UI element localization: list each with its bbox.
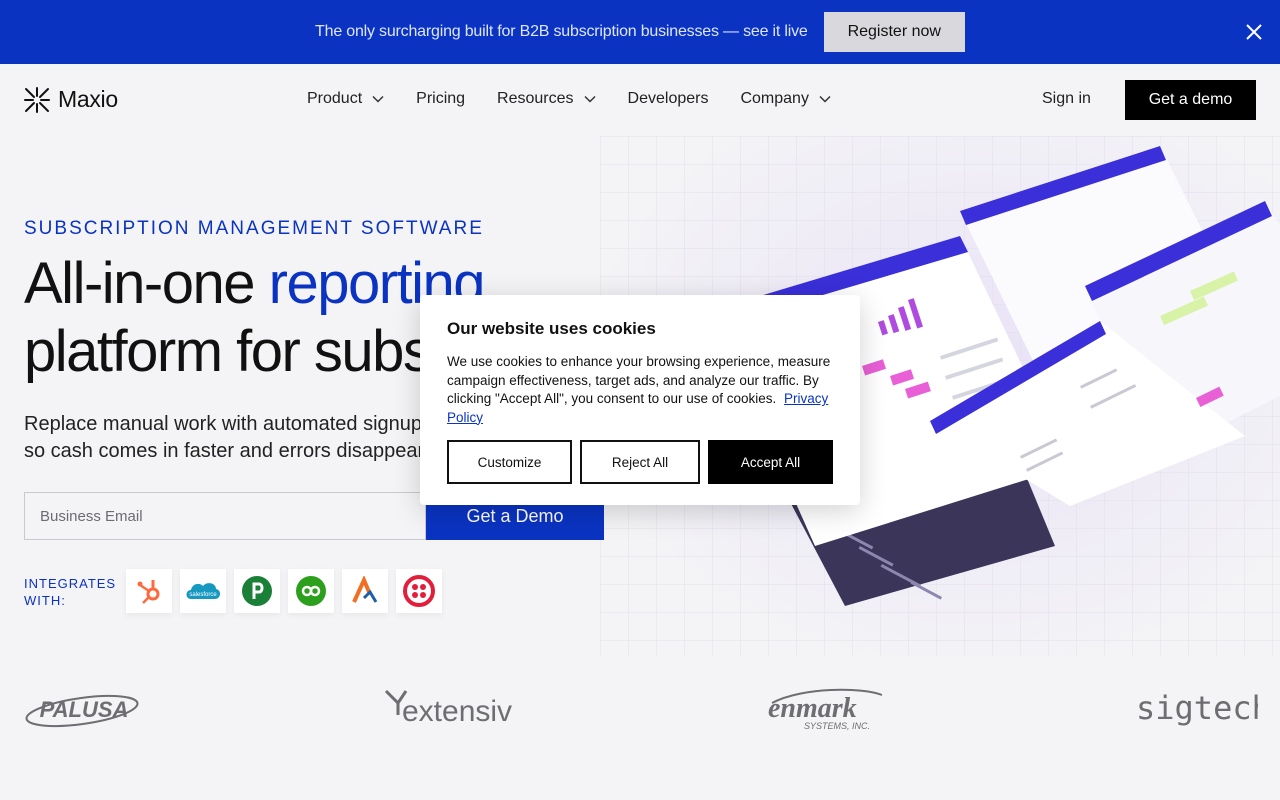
sign-in-link[interactable]: Sign in [1042, 90, 1091, 108]
nav-item-resources[interactable]: Resources [497, 90, 596, 108]
nav-item-label: Developers [627, 90, 709, 107]
logo[interactable]: Maxio [24, 86, 118, 113]
cookie-title: Our website uses cookies [447, 319, 656, 338]
close-icon[interactable] [1244, 22, 1264, 42]
nav-item-label: Pricing [416, 90, 466, 107]
salesforce-logo: salesforce [180, 569, 226, 613]
cookie-buttons: Customize Reject All Accept All [447, 440, 833, 484]
nav-item-company[interactable]: Company [740, 90, 831, 108]
enmark-logo-mark: enmark SYSTEMS, INC. [768, 688, 883, 731]
extensiv-logo-mark: extensiv [384, 689, 512, 728]
avalara-icon [352, 576, 378, 603]
nav-menu: Product Pricing Resources Developers Com… [307, 90, 863, 108]
customize-button[interactable]: Customize [447, 440, 572, 484]
enmark-subtext: SYSTEMS, INC. [804, 721, 870, 731]
integration-logos: salesforce [126, 569, 450, 613]
reject-all-button[interactable]: Reject All [580, 440, 700, 484]
integrates-with-label: INTEGRATES WITH: [24, 576, 117, 608]
extensiv-text: extensiv [402, 695, 512, 728]
hero-eyebrow: SUBSCRIPTION MANAGEMENT SOFTWARE [24, 218, 484, 239]
quickbooks-logo [288, 569, 334, 613]
salesforce-icon: salesforce [186, 583, 221, 599]
sub-line1: Replace manual work with automated signu… [24, 413, 432, 435]
enmark-logo: enmark SYSTEMS, INC. [762, 684, 890, 734]
nav-item-product[interactable]: Product [307, 90, 384, 108]
headline-line2: platform for subs [24, 319, 432, 384]
cookie-body-text: We use cookies to enhance your browsing … [447, 354, 831, 406]
hero-headline: All-in-one reporting platform for subs [24, 250, 486, 386]
get-a-demo-button[interactable]: Get a demo [1125, 80, 1256, 120]
nav-item-label: Company [740, 90, 809, 107]
hubspot-logo [126, 569, 172, 613]
cookie-body: We use cookies to enhance your browsing … [447, 353, 837, 427]
sigtech-logo-mark: sigtech [1136, 689, 1258, 727]
headline-part1: All-in-one [24, 251, 269, 316]
hubspot-icon [137, 580, 160, 604]
extensiv-logo: extensiv [384, 684, 516, 734]
twilio-logo [396, 569, 442, 613]
nav-item-pricing[interactable]: Pricing [416, 90, 465, 108]
twilio-icon [403, 575, 435, 607]
nav-item-label: Resources [497, 90, 574, 107]
business-email-input[interactable] [24, 492, 426, 540]
cookie-consent-dialog: Our website uses cookies We use cookies … [420, 295, 860, 505]
accept-all-button[interactable]: Accept All [708, 440, 833, 484]
nav-item-developers[interactable]: Developers [628, 90, 709, 108]
main-nav: Maxio Product Pricing Resources Develope… [0, 64, 1280, 136]
quickbooks-icon [296, 576, 326, 606]
announcement-bar: The only surcharging built for B2B subsc… [0, 0, 1280, 64]
palusa-logo-mark: PALUSA [25, 694, 139, 728]
logo-text: Maxio [58, 86, 118, 112]
pipedrive-logo [234, 569, 280, 613]
palusa-logo: PALUSA [24, 684, 140, 734]
sigtech-logo: sigtech [1136, 684, 1258, 734]
chevron-down-icon [372, 95, 384, 103]
announcement-text: The only surcharging built for B2B subsc… [315, 23, 808, 40]
maxio-logo-icon [24, 86, 50, 113]
pipedrive-icon [242, 576, 272, 606]
chevron-down-icon [819, 95, 831, 103]
chevron-down-icon [584, 95, 596, 103]
salesforce-text: salesforce [189, 592, 217, 598]
sub-line2: so cash comes in faster and errors disap… [24, 440, 429, 462]
nav-item-label: Product [307, 90, 363, 107]
sigtech-text: sigtech [1136, 689, 1258, 727]
enmark-text: enmark [768, 693, 857, 724]
avalara-logo [342, 569, 388, 613]
palusa-text: PALUSA [40, 697, 129, 722]
register-now-button[interactable]: Register now [823, 12, 965, 52]
